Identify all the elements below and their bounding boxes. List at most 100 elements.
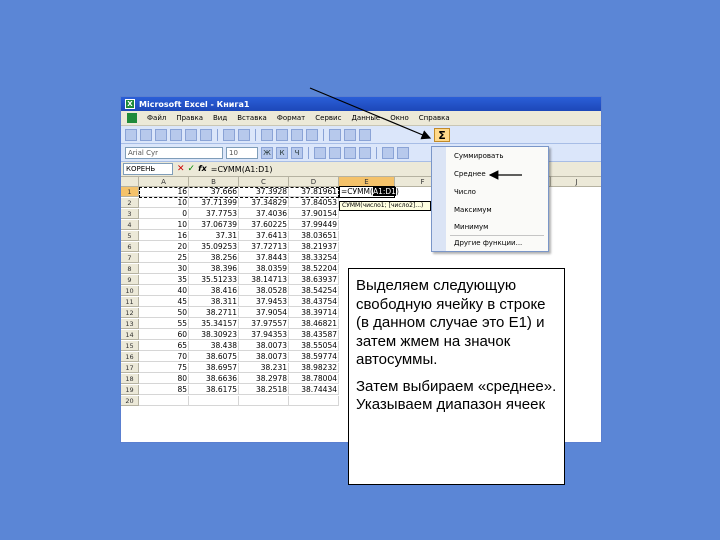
table-cell[interactable]: 35.51233 [189,275,239,285]
table-cell[interactable]: 35.09253 [189,242,239,252]
table-cell[interactable]: 75 [139,363,189,373]
menu-window[interactable]: Окно [390,114,409,122]
table-cell[interactable]: 38.256 [189,253,239,263]
name-box[interactable]: КОРЕНЬ [123,163,173,175]
row-header[interactable]: 9 [121,275,139,285]
row-header[interactable]: 8 [121,264,139,274]
table-cell[interactable]: 37.666 [189,187,239,197]
row-header[interactable]: 5 [121,231,139,241]
autosum-sigma-icon[interactable]: Σ [434,128,450,142]
table-cell[interactable]: 38.2711 [189,308,239,318]
row-header[interactable]: 4 [121,220,139,230]
menu-format[interactable]: Формат [277,114,305,122]
table-cell[interactable]: 37.99449 [289,220,339,230]
table-cell[interactable]: 38.46821 [289,319,339,329]
formula-input[interactable]: =СУММ(A1:D1) [211,165,273,174]
row-header[interactable]: 17 [121,363,139,373]
table-cell[interactable]: 0 [139,209,189,219]
table-cell[interactable]: 38.55054 [289,341,339,351]
table-cell[interactable]: 38.416 [189,286,239,296]
insert-function-icon[interactable]: fx [198,164,207,174]
dropdown-item-max[interactable]: Максимум [454,206,492,214]
open-icon[interactable] [140,128,152,141]
align-center-icon[interactable] [329,146,341,159]
table-cell[interactable]: 37.06739 [189,220,239,230]
table-cell[interactable]: 38.2518 [239,385,289,395]
font-size-combo[interactable]: 10 [226,146,258,159]
paste-icon[interactable] [291,128,303,141]
row-header[interactable]: 11 [121,297,139,307]
table-cell[interactable]: 45 [139,297,189,307]
table-cell[interactable]: 37.3928 [239,187,289,197]
table-cell[interactable]: 55 [139,319,189,329]
menu-data[interactable]: Данные [351,114,380,122]
column-header-b[interactable]: B [189,177,239,187]
table-cell[interactable]: 38.98232 [289,363,339,373]
table-cell[interactable]: 10 [139,220,189,230]
table-cell[interactable]: 38.6175 [189,385,239,395]
table-cell[interactable]: 38.231 [239,363,289,373]
table-cell[interactable]: 35.34157 [189,319,239,329]
table-cell[interactable]: 38.43754 [289,297,339,307]
underline-icon[interactable]: Ч [291,146,303,159]
table-cell[interactable]: 37.81961 [289,187,339,197]
table-cell[interactable]: 16 [139,187,189,197]
font-name-combo[interactable]: Arial Cyr [125,146,223,159]
row-header[interactable]: 12 [121,308,139,318]
table-cell[interactable]: 38.43587 [289,330,339,340]
table-cell[interactable]: 38.396 [189,264,239,274]
column-header-a[interactable]: A [139,177,189,187]
table-cell[interactable]: 38.14713 [239,275,289,285]
row-header[interactable]: 16 [121,352,139,362]
dropdown-item-more-functions[interactable]: Другие функции... [454,239,522,247]
table-cell[interactable]: 37.60225 [239,220,289,230]
bold-icon[interactable]: Ж [261,146,273,159]
table-cell[interactable] [239,396,289,406]
table-cell[interactable]: 37.34829 [239,198,289,208]
table-cell[interactable]: 37.72713 [239,242,289,252]
spelling-icon[interactable] [223,128,235,141]
table-cell[interactable]: 35 [139,275,189,285]
row-header[interactable]: 7 [121,253,139,263]
row-header[interactable]: 14 [121,330,139,340]
row-header[interactable]: 19 [121,385,139,395]
copy-icon[interactable] [276,128,288,141]
currency-icon[interactable] [382,146,394,159]
print-icon[interactable] [185,128,197,141]
column-header-j[interactable]: J [551,177,601,187]
cancel-x-icon[interactable]: ✕ [177,164,185,174]
table-cell[interactable] [289,396,339,406]
table-cell[interactable]: 38.59774 [289,352,339,362]
table-cell[interactable]: 38.21937 [289,242,339,252]
table-cell[interactable]: 38.52204 [289,264,339,274]
table-cell[interactable]: 37.4036 [239,209,289,219]
table-cell[interactable]: 38.2978 [239,374,289,384]
row-header[interactable]: 6 [121,242,139,252]
row-header[interactable]: 18 [121,374,139,384]
table-cell[interactable]: 38.30923 [189,330,239,340]
table-cell[interactable]: 38.6957 [189,363,239,373]
table-cell[interactable]: 38.0073 [239,352,289,362]
menu-tools[interactable]: Сервис [315,114,341,122]
row-header[interactable]: 1 [121,187,139,197]
table-cell[interactable]: 37.31 [189,231,239,241]
table-cell[interactable]: 38.33254 [289,253,339,263]
enter-check-icon[interactable]: ✓ [188,164,196,174]
menu-file[interactable]: Файл [147,114,166,122]
dropdown-item-count[interactable]: Число [454,188,476,196]
menu-view[interactable]: Вид [213,114,227,122]
table-cell[interactable]: 37.7753 [189,209,239,219]
menu-insert[interactable]: Вставка [237,114,267,122]
table-cell[interactable]: 16 [139,231,189,241]
table-cell[interactable]: 38.0528 [239,286,289,296]
table-cell[interactable]: 38.0359 [239,264,289,274]
row-header[interactable]: 15 [121,341,139,351]
redo-icon[interactable] [344,128,356,141]
table-cell[interactable]: 80 [139,374,189,384]
menu-help[interactable]: Справка [419,114,450,122]
row-header[interactable]: 3 [121,209,139,219]
format-painter-icon[interactable] [306,128,318,141]
table-cell[interactable]: 30 [139,264,189,274]
table-cell[interactable]: 70 [139,352,189,362]
table-cell[interactable]: 38.6636 [189,374,239,384]
